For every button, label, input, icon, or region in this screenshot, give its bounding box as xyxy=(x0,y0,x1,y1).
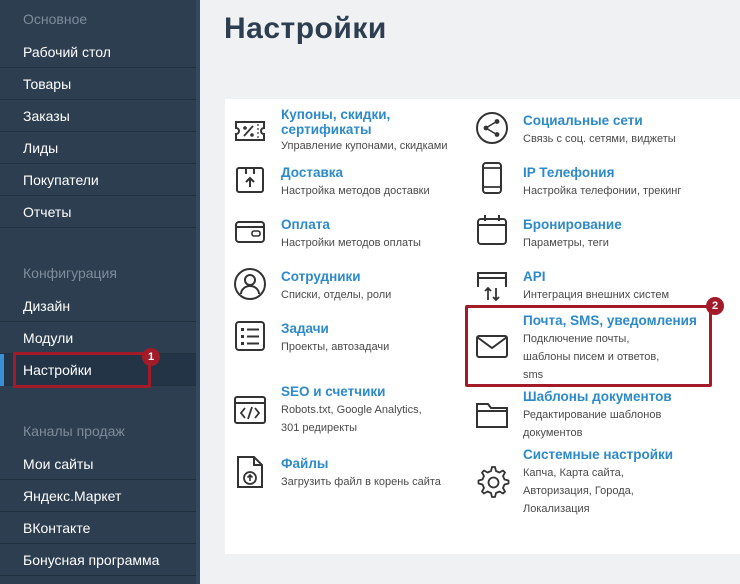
api-exchange-icon xyxy=(477,272,507,302)
tile-staff-desc: Списки, отделы, роли xyxy=(281,289,392,301)
tile-payment-title[interactable]: Оплата xyxy=(281,217,330,233)
tile-coupons-title-line2[interactable]: сертификаты xyxy=(281,122,372,138)
tile-seo-desc-line2: 301 редиректы xyxy=(281,422,358,434)
sidebar-item-reports[interactable]: Отчеты xyxy=(0,196,196,228)
sidebar-item-leads[interactable]: Лиды xyxy=(0,132,196,164)
tile-api-title[interactable]: API xyxy=(523,269,546,285)
tile-doc-templates-desc-line2: документов xyxy=(523,427,583,439)
calendar-icon xyxy=(477,215,507,245)
tile-tasks-title[interactable]: Задачи xyxy=(281,321,329,337)
tile-tasks-desc: Проекты, автозадачи xyxy=(281,341,390,353)
highlight-box-mail xyxy=(465,305,712,387)
tile-staff-title[interactable]: Сотрудники xyxy=(281,269,361,285)
sidebar-section-config: Конфигурация xyxy=(23,265,117,281)
tile-files-desc: Загрузить файл в корень сайта xyxy=(281,476,441,488)
tile-coupons-title-line1[interactable]: Купоны, скидки, xyxy=(281,107,390,123)
sidebar: Основное Рабочий стол Товары Заказы Лиды… xyxy=(0,0,196,584)
tile-files-title[interactable]: Файлы xyxy=(281,456,328,472)
file-upload-icon xyxy=(237,456,263,488)
tile-social-title[interactable]: Социальные сети xyxy=(523,113,643,129)
callout-badge-1: 1 xyxy=(142,348,160,366)
tile-doc-templates-desc-line1: Редактирование шаблонов xyxy=(523,409,662,421)
callout-badge-2: 2 xyxy=(706,297,724,315)
gear-icon xyxy=(477,466,510,498)
tile-system-settings-title[interactable]: Системные настройки xyxy=(523,447,673,463)
sidebar-section-main: Основное xyxy=(23,11,88,27)
code-window-icon xyxy=(234,396,266,424)
user-circle-icon xyxy=(234,268,266,300)
sidebar-item-yandex-market[interactable]: Яндекс.Маркет xyxy=(0,480,196,512)
tile-system-settings-desc-line3: Локализация xyxy=(523,503,590,515)
coupon-icon xyxy=(235,121,265,141)
wallet-icon xyxy=(235,221,265,243)
active-indicator xyxy=(0,354,4,386)
tile-api-desc: Интеграция внешних систем xyxy=(523,289,670,301)
phone-icon xyxy=(482,162,502,194)
sidebar-item-vkontakte[interactable]: ВКонтакте xyxy=(0,512,196,544)
tile-payment-desc: Настройки методов оплаты xyxy=(281,237,421,249)
tile-booking-desc: Параметры, теги xyxy=(523,237,609,249)
tile-system-settings-desc-line1: Капча, Карта сайта, xyxy=(523,467,624,479)
tile-telephony-title[interactable]: IP Телефония xyxy=(523,165,614,181)
sidebar-item-orders[interactable]: Заказы xyxy=(0,100,196,132)
tile-delivery-desc: Настройка методов доставки xyxy=(281,185,430,197)
tile-coupons-desc: Управление купонами, скидками xyxy=(281,140,448,152)
sidebar-item-design[interactable]: Дизайн xyxy=(0,290,196,322)
sidebar-item-customers[interactable]: Покупатели xyxy=(0,164,196,196)
sidebar-item-dashboard[interactable]: Рабочий стол xyxy=(0,36,196,68)
sidebar-item-products[interactable]: Товары xyxy=(0,68,196,100)
sidebar-item-bonus-program[interactable]: Бонусная программа xyxy=(0,544,196,576)
tile-seo-desc-line1: Robots.txt, Google Analytics, xyxy=(281,404,422,416)
tile-seo-title[interactable]: SEO и счетчики xyxy=(281,384,385,400)
sidebar-item-my-sites[interactable]: Мои сайты xyxy=(0,448,196,480)
box-upload-icon xyxy=(236,167,264,193)
share-icon xyxy=(476,112,508,144)
page-title: Настройки xyxy=(224,12,387,45)
tile-booking-title[interactable]: Бронирование xyxy=(523,217,622,233)
folder-icon xyxy=(476,403,508,428)
tile-system-settings-desc-line2: Авторизация, Города, xyxy=(523,485,634,497)
highlight-box-settings xyxy=(13,352,151,388)
tile-telephony-desc: Настройка телефонии, трекинг xyxy=(523,185,682,197)
tile-delivery-title[interactable]: Доставка xyxy=(281,165,343,181)
tile-social-desc: Связь с соц. сетями, виджеты xyxy=(523,133,676,145)
tile-doc-templates-title[interactable]: Шаблоны документов xyxy=(523,389,672,405)
sidebar-edge xyxy=(196,0,200,584)
checklist-icon xyxy=(235,321,265,351)
sidebar-item-modules[interactable]: Модули xyxy=(0,322,196,354)
sidebar-section-channels: Каналы продаж xyxy=(23,423,125,439)
